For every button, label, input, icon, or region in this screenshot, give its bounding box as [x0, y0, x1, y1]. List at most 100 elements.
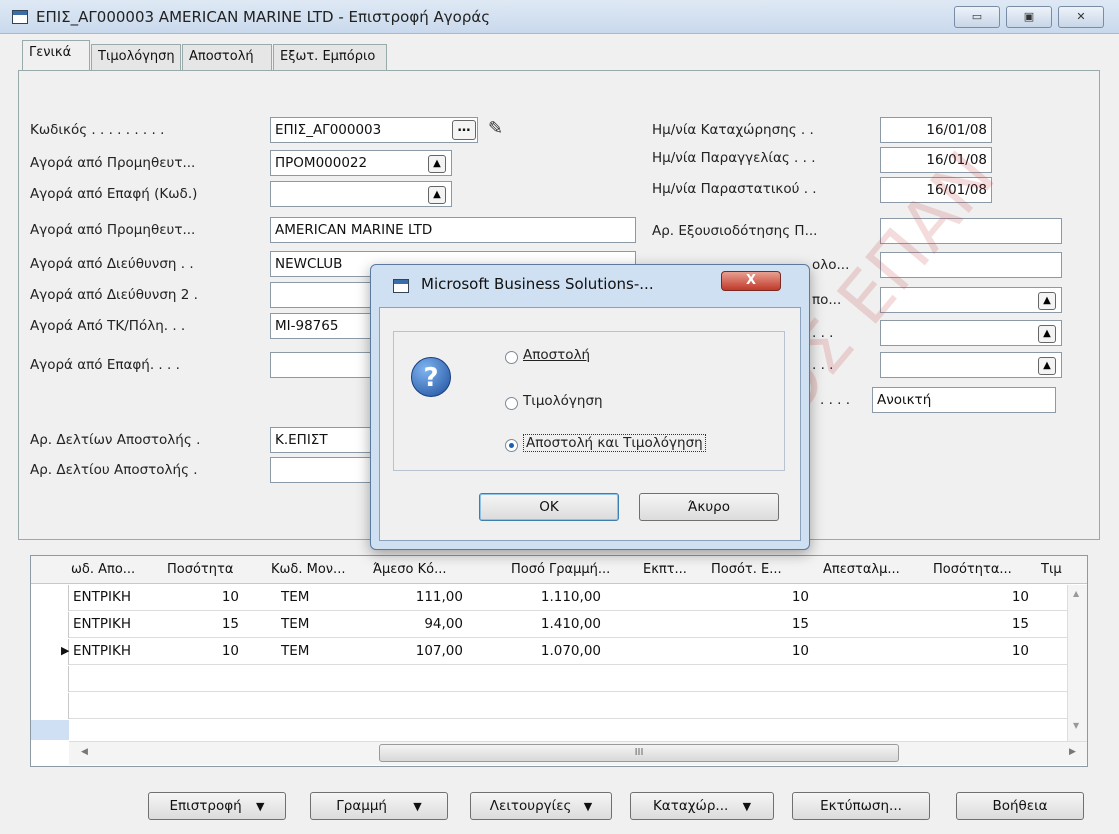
line-menu-button[interactable]: Γραμμή ▼	[310, 792, 448, 820]
assist-edit-button[interactable]: …	[452, 120, 476, 140]
dropdown-arrow-icon: ▼	[742, 800, 752, 813]
cell-uom[interactable]: TEM	[281, 616, 309, 632]
horizontal-scrollbar[interactable]: ◀ III ▶	[69, 741, 1087, 765]
col-header-quantity-2[interactable]: Ποσότητα...	[933, 562, 1012, 577]
cancel-button[interactable]: Άκυρο	[639, 493, 779, 521]
ok-button[interactable]: OK	[479, 493, 619, 521]
cell-qty-to-ship[interactable]: 10	[721, 643, 809, 659]
minimize-button[interactable]: ▭	[954, 6, 1000, 28]
cell-qty-to-ship[interactable]: 15	[721, 616, 809, 632]
right-field-6[interactable]	[880, 287, 1062, 313]
right-field-5[interactable]	[880, 252, 1062, 278]
cell-line-amount[interactable]: 1.070,00	[499, 643, 601, 659]
return-menu-button[interactable]: Επιστροφή ▼	[148, 792, 286, 820]
row-selector[interactable]	[31, 585, 69, 611]
document-no-field[interactable]: ΕΠΙΣ_ΑΓ000003	[270, 117, 478, 143]
title-bar[interactable]: ΕΠΙΣ_ΑΓ000003 AMERICAN MARINE LTD - Επισ…	[0, 0, 1119, 34]
authorization-field[interactable]	[880, 218, 1062, 244]
col-header-direct-cost[interactable]: Άμεσο Κό...	[373, 562, 447, 577]
col-header-qty-to-ship[interactable]: Ποσότ. Ε...	[711, 562, 782, 577]
lines-grid[interactable]: ωδ. Απο... Ποσότητα Κωδ. Μον... Άμεσο Κό…	[30, 555, 1088, 767]
row-selector[interactable]	[31, 612, 69, 638]
cell-quantity-2[interactable]: 15	[931, 616, 1029, 632]
vendor-no-field[interactable]: ΠΡΟΜ000022	[270, 150, 452, 176]
scroll-thumb[interactable]: III	[379, 744, 899, 762]
cell-quantity-2[interactable]: 10	[931, 643, 1029, 659]
row-selector[interactable]: ▶	[31, 639, 69, 665]
contact-no-field[interactable]	[270, 181, 452, 207]
cell-uom[interactable]: TEM	[281, 643, 309, 659]
print-button[interactable]: Εκτύπωση...	[792, 792, 930, 820]
lookup-up-icon[interactable]: ▲	[1038, 357, 1056, 375]
post-button-label: Καταχώρ...	[652, 798, 729, 814]
radio-ship-and-invoice-label[interactable]: Αποστολή και Τιμολόγηση	[523, 434, 706, 452]
cell-line-amount[interactable]: 1.110,00	[499, 589, 601, 605]
lookup-up-icon[interactable]: ▲	[1038, 292, 1056, 310]
document-date-field[interactable]: 16/01/08	[880, 177, 992, 203]
cell-direct-cost[interactable]: 107,00	[371, 643, 463, 659]
lookup-up-icon[interactable]: ▲	[428, 155, 446, 173]
scroll-right-icon[interactable]: ▶	[1069, 747, 1076, 757]
tab-invoicing[interactable]: Τιμολόγηση	[91, 44, 181, 70]
field-label-address: Αγορά από Διεύθυνση . .	[30, 256, 194, 272]
col-header-shipped[interactable]: Απεσταλμ...	[823, 562, 900, 577]
cell-direct-cost[interactable]: 94,00	[371, 616, 463, 632]
row-selector[interactable]	[31, 666, 69, 692]
pencil-icon[interactable]: ✎	[488, 118, 503, 139]
col-header-uom[interactable]: Κωδ. Μον...	[271, 562, 345, 577]
cell-location[interactable]: ΕΝΤΡΙΚΗ	[73, 589, 131, 605]
col-header-price[interactable]: Τιμ	[1041, 562, 1062, 577]
cell-quantity[interactable]: 15	[181, 616, 239, 632]
radio-invoicing[interactable]	[505, 397, 518, 410]
scroll-left-icon[interactable]: ◀	[81, 747, 88, 757]
table-row[interactable]: ΕΝΤΡΙΚΗ 10 TEM 111,00 1.110,00 10 10	[31, 585, 1087, 611]
table-row[interactable]	[31, 666, 1087, 692]
return-button-label: Επιστροφή	[169, 798, 242, 814]
radio-shipment[interactable]	[505, 351, 518, 364]
order-date-field[interactable]: 16/01/08	[880, 147, 992, 173]
lookup-up-icon[interactable]: ▲	[1038, 325, 1056, 343]
col-header-line-amount[interactable]: Ποσό Γραμμή...	[511, 562, 610, 577]
dialog-form-icon	[393, 279, 409, 293]
cell-direct-cost[interactable]: 111,00	[371, 589, 463, 605]
dialog-close-button[interactable]: X	[721, 271, 781, 291]
maximize-button[interactable]: ▣	[1006, 6, 1052, 28]
cell-location[interactable]: ΕΝΤΡΙΚΗ	[73, 616, 131, 632]
table-row[interactable]: ΕΝΤΡΙΚΗ 15 TEM 94,00 1.410,00 15 15	[31, 612, 1087, 638]
cell-quantity[interactable]: 10	[181, 589, 239, 605]
col-header-location[interactable]: ωδ. Απο...	[71, 562, 135, 577]
table-row[interactable]: ▶ ΕΝΤΡΙΚΗ 10 TEM 107,00 1.070,00 10 10	[31, 639, 1087, 665]
posting-date-field[interactable]: 16/01/08	[880, 117, 992, 143]
cell-qty-to-ship[interactable]: 10	[721, 589, 809, 605]
row-selector[interactable]	[31, 693, 69, 719]
right-field-7[interactable]	[880, 320, 1062, 346]
col-header-quantity[interactable]: Ποσότητα	[167, 562, 233, 577]
radio-shipment-label[interactable]: Αποστολή	[523, 347, 590, 363]
radio-ship-and-invoice[interactable]	[505, 439, 518, 452]
scroll-down-icon[interactable]: ▼	[1073, 721, 1079, 730]
row-selector-new[interactable]	[31, 720, 69, 740]
cell-uom[interactable]: TEM	[281, 589, 309, 605]
functions-menu-button[interactable]: Λειτουργίες ▼	[470, 792, 612, 820]
cell-quantity-2[interactable]: 10	[931, 589, 1029, 605]
close-button[interactable]: ✕	[1058, 6, 1104, 28]
scroll-up-icon[interactable]: ▲	[1073, 589, 1079, 598]
cell-quantity[interactable]: 10	[181, 643, 239, 659]
field-label-right-7: . . .	[812, 325, 834, 341]
cell-location[interactable]: ΕΝΤΡΙΚΗ	[73, 643, 131, 659]
tab-foreign-trade[interactable]: Εξωτ. Εμπόριο	[273, 44, 387, 70]
col-header-discount[interactable]: Εκπτ...	[643, 562, 687, 577]
table-row[interactable]	[31, 693, 1087, 719]
right-field-8[interactable]	[880, 352, 1062, 378]
vendor-name-field[interactable]: AMERICAN MARINE LTD	[270, 217, 636, 243]
post-menu-button[interactable]: Καταχώρ... ▼	[630, 792, 774, 820]
tab-general[interactable]: Γενικά	[22, 40, 90, 71]
radio-invoicing-label[interactable]: Τιμολόγηση	[523, 393, 603, 409]
cell-line-amount[interactable]: 1.410,00	[499, 616, 601, 632]
vertical-scrollbar[interactable]: ▲ ▼	[1067, 585, 1087, 741]
tab-shipping[interactable]: Αποστολή	[182, 44, 272, 70]
lookup-up-icon[interactable]: ▲	[428, 186, 446, 204]
dropdown-arrow-icon: ▼	[583, 800, 593, 813]
status-field[interactable]: Ανοικτή	[872, 387, 1056, 413]
help-button[interactable]: Βοήθεια	[956, 792, 1084, 820]
